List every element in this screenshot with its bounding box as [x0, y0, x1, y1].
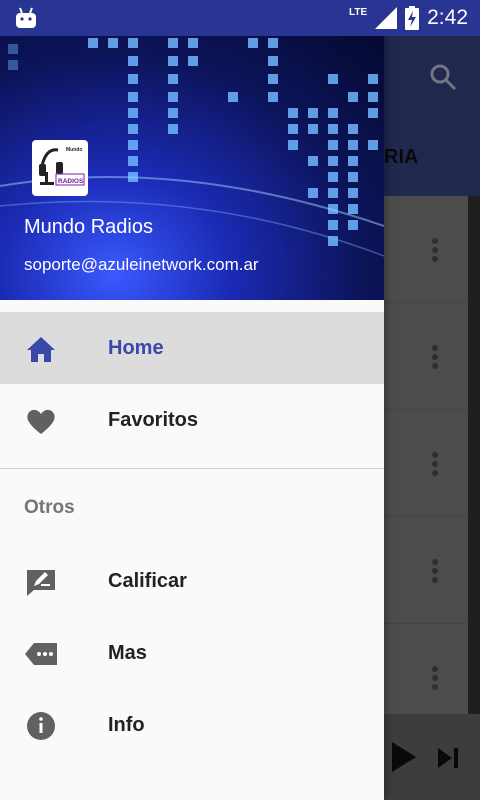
drawer-header: Mundo RADIOS Mundo Radios soporte@azulei… — [0, 36, 384, 300]
android-notification-icon — [16, 7, 36, 28]
app-logo: Mundo RADIOS — [32, 140, 88, 196]
info-icon — [27, 712, 55, 740]
status-bar: LTE 2:42 — [0, 0, 480, 36]
more-tag-icon — [25, 643, 57, 665]
battery-charging-icon — [405, 6, 420, 30]
menu-item-label: Home — [108, 336, 164, 359]
svg-text:RADIOS: RADIOS — [58, 178, 84, 185]
navigation-drawer: Mundo RADIOS Mundo Radios soporte@azulei… — [0, 0, 384, 800]
section-title: Otros — [24, 497, 75, 518]
rate-review-icon — [27, 570, 55, 596]
home-icon — [27, 337, 55, 362]
svg-text:Mundo: Mundo — [66, 147, 82, 153]
menu-item-label: Calificar — [108, 569, 187, 592]
clock: 2:42 — [427, 6, 468, 29]
signal-icon — [375, 7, 398, 29]
menu-item-calificar[interactable]: Calificar — [0, 545, 384, 617]
heart-icon — [27, 409, 55, 434]
support-email: soporte@azuleinetwork.com.ar — [24, 255, 259, 274]
menu-item-mas[interactable]: Mas — [0, 617, 384, 689]
drawer-menu: Home Favoritos Otros Calificar Mas Info — [0, 312, 384, 761]
network-type: LTE — [348, 6, 368, 18]
menu-item-home[interactable]: Home — [0, 312, 384, 384]
menu-item-label: Mas — [108, 641, 147, 664]
menu-item-info[interactable]: Info — [0, 689, 384, 761]
menu-item-label: Info — [108, 713, 145, 736]
menu-item-favoritos[interactable]: Favoritos — [0, 384, 384, 456]
section-header: Otros — [0, 469, 384, 545]
app-name: Mundo Radios — [24, 216, 153, 238]
menu-item-label: Favoritos — [108, 408, 199, 431]
